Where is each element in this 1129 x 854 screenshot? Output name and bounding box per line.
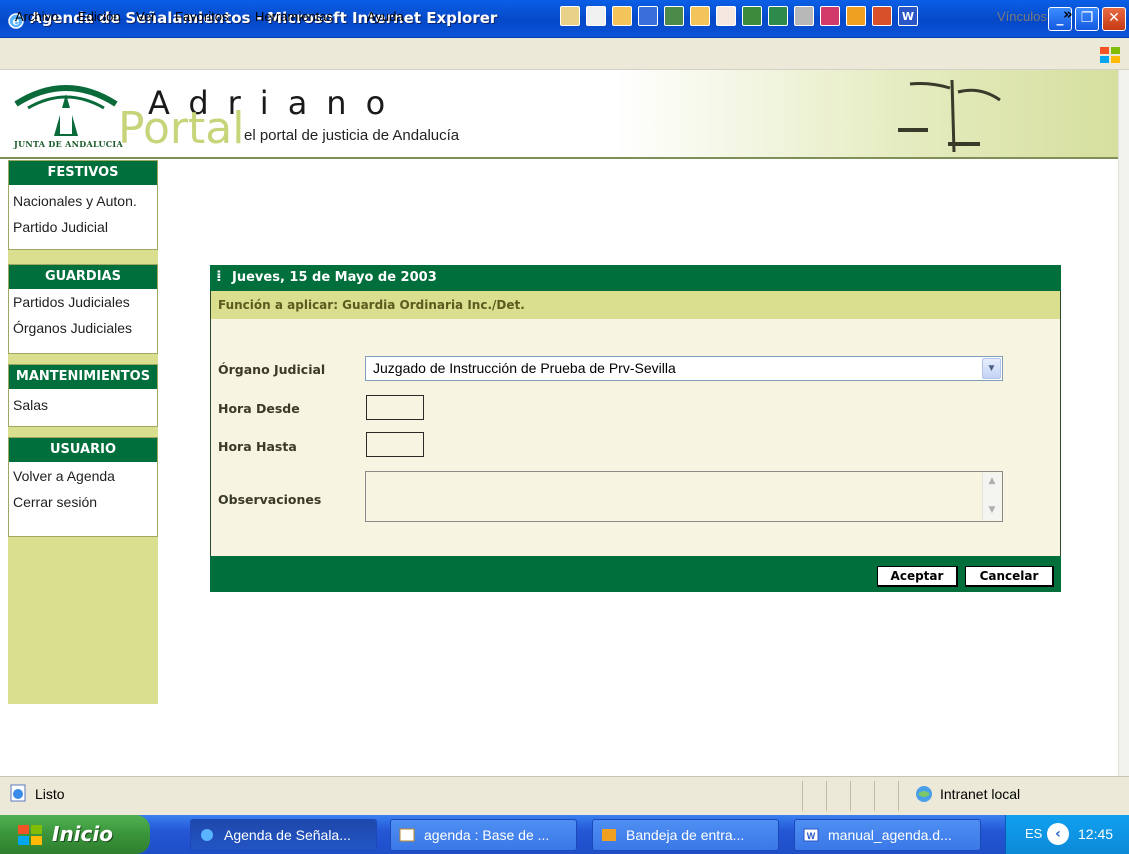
quick-launch-icon[interactable] xyxy=(794,6,814,26)
sidebar-heading: MANTENIMIENTOS xyxy=(9,365,157,389)
database-icon xyxy=(399,828,415,842)
chevron-right-icon[interactable]: » xyxy=(1063,5,1073,23)
function-label: Función a aplicar: Guardia Ordinaria Inc… xyxy=(211,291,1060,319)
outlook-icon[interactable] xyxy=(846,6,866,26)
organo-label: Órgano Judicial xyxy=(218,362,326,377)
status-text: Listo xyxy=(35,786,65,802)
junta-andalucia-logo xyxy=(14,85,118,136)
restore-button[interactable]: ❐ xyxy=(1075,7,1099,31)
menu-bar xyxy=(0,38,1129,70)
taskbar-item-label: agenda : Base de ... xyxy=(424,827,550,843)
quick-launch-icon[interactable] xyxy=(586,6,606,26)
organo-select-value: Juzgado de Instrucción de Prueba de Prv-… xyxy=(373,360,676,376)
windows-logo-icon xyxy=(1100,47,1120,63)
accept-button[interactable]: Aceptar xyxy=(877,566,958,587)
taskbar-item-manual[interactable]: W manual_agenda.d... xyxy=(794,819,981,851)
menu-favoritos[interactable]: Favoritos xyxy=(175,9,228,24)
grip-icon: ⁞ xyxy=(216,267,222,285)
quick-launch-icon[interactable] xyxy=(638,6,658,26)
hora-desde-input[interactable] xyxy=(366,395,424,420)
taskbar-item-base[interactable]: agenda : Base de ... xyxy=(390,819,577,851)
taskbar-item-bandeja[interactable]: Bandeja de entra... xyxy=(592,819,779,851)
menu-edicion[interactable]: Edición xyxy=(78,9,121,24)
outlook-icon xyxy=(602,829,616,841)
internet-explorer-icon xyxy=(201,829,213,841)
excel-icon[interactable] xyxy=(768,6,788,26)
word-icon[interactable]: W xyxy=(898,6,918,26)
quick-launch-icon[interactable] xyxy=(560,6,580,26)
start-label: Inicio xyxy=(52,822,113,846)
scroll-up-icon[interactable]: ▲ xyxy=(983,473,1001,489)
sidebar-link-organos-judiciales[interactable]: Órganos Judiciales xyxy=(13,320,132,336)
taskbar-item-label: Bandeja de entra... xyxy=(626,827,745,843)
sidebar-link-partido-judicial[interactable]: Partido Judicial xyxy=(13,219,108,235)
textarea-scrollbar[interactable]: ▲ ▼ xyxy=(982,473,1001,520)
sidebar-heading: USUARIO xyxy=(9,438,157,462)
quick-launch-icon[interactable] xyxy=(872,6,892,26)
security-zone-label: Intranet local xyxy=(940,786,1021,802)
scroll-down-icon[interactable]: ▼ xyxy=(983,502,1001,518)
word-icon: W xyxy=(803,828,819,842)
observaciones-textarea[interactable]: ▲ ▼ xyxy=(365,471,1003,522)
links-toolbar-label[interactable]: Vínculos xyxy=(997,9,1047,24)
page-scrollbar[interactable] xyxy=(1118,70,1129,776)
sidebar-section-mantenimientos: MANTENIMIENTOS xyxy=(8,364,158,427)
hora-hasta-label: Hora Hasta xyxy=(218,439,297,454)
quick-launch-toolbar: W xyxy=(560,6,918,32)
sidebar-heading: FESTIVOS xyxy=(9,161,157,185)
justice-scale-icon xyxy=(898,79,1001,153)
chevron-left-icon[interactable]: ‹ xyxy=(1047,823,1069,845)
dialog-header: ⁞ Jueves, 15 de Mayo de 2003 xyxy=(210,265,1061,291)
menu-ver[interactable]: Ver xyxy=(136,9,156,24)
acrobat-icon[interactable] xyxy=(716,6,736,26)
portal-wordmark: Portal xyxy=(118,103,245,154)
sidebar-link-nacionales[interactable]: Nacionales y Auton. xyxy=(13,193,137,209)
menu-herramientas[interactable]: Herramientas xyxy=(255,9,333,24)
dialog-date: Jueves, 15 de Mayo de 2003 xyxy=(232,270,437,285)
sidebar-section-usuario: USUARIO xyxy=(8,437,158,537)
folder-icon[interactable] xyxy=(690,6,710,26)
sidebar-link-partidos-judiciales[interactable]: Partidos Judiciales xyxy=(13,294,130,310)
cancel-button[interactable]: Cancelar xyxy=(965,566,1054,587)
logo-caption: JUNTA DE ANDALUCIA xyxy=(14,139,123,149)
folder-icon[interactable] xyxy=(612,6,632,26)
svg-text:W: W xyxy=(807,831,816,841)
sidebar-link-volver-agenda[interactable]: Volver a Agenda xyxy=(13,468,115,484)
taskbar-item-agenda[interactable]: Agenda de Señala... xyxy=(190,819,377,851)
page-icon xyxy=(10,784,26,802)
organo-select[interactable]: Juzgado de Instrucción de Prueba de Prv-… xyxy=(365,356,1003,381)
hora-hasta-input[interactable] xyxy=(366,432,424,457)
intranet-zone-icon xyxy=(916,786,932,802)
sidebar-link-salas[interactable]: Salas xyxy=(13,397,48,413)
sidebar-heading: GUARDIAS xyxy=(9,265,157,289)
hora-desde-label: Hora Desde xyxy=(218,401,300,416)
chevron-down-icon[interactable]: ▼ xyxy=(982,358,1001,379)
sidebar-link-cerrar-sesion[interactable]: Cerrar sesión xyxy=(13,494,97,510)
menu-ayuda[interactable]: Ayuda xyxy=(367,9,404,24)
portal-subtitle: el portal de justicia de Andalucía xyxy=(244,127,460,144)
quick-launch-icon[interactable] xyxy=(820,6,840,26)
taskbar-item-label: Agenda de Señala... xyxy=(224,827,351,843)
close-button[interactable]: ✕ xyxy=(1102,7,1126,31)
menu-archivo[interactable]: Archivo xyxy=(15,9,58,24)
taskbar-item-label: manual_agenda.d... xyxy=(828,827,952,843)
language-indicator[interactable]: ES xyxy=(1025,826,1042,841)
windows-logo-icon xyxy=(18,825,42,845)
clock: 12:45 xyxy=(1078,826,1114,842)
quick-launch-icon[interactable] xyxy=(742,6,762,26)
observaciones-label: Observaciones xyxy=(218,492,322,507)
quick-launch-icon[interactable] xyxy=(664,6,684,26)
